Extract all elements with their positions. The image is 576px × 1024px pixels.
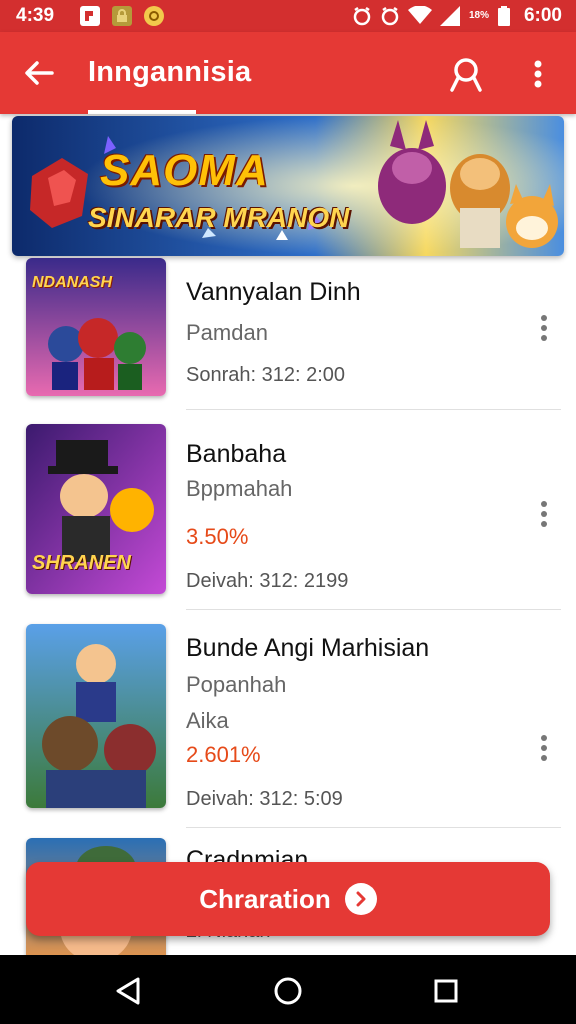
- app-bar: Inngannisia: [0, 32, 576, 114]
- banner-art: [12, 116, 564, 256]
- game-thumbnail: [26, 624, 166, 808]
- notification-icon: [80, 6, 100, 26]
- battery-icon: [497, 6, 510, 26]
- list-item[interactable]: Bunde Angi Marhisian Popanhah Aika 2.601…: [0, 610, 576, 828]
- item-meta: Deivah: 312: 5:09: [186, 788, 343, 810]
- status-notifications: [80, 6, 164, 26]
- game-thumbnail: SHRANEN: [26, 424, 166, 594]
- item-tag: Aika: [186, 708, 229, 733]
- item-subtitle: Bppmahah: [186, 476, 293, 501]
- back-triangle-icon: [116, 977, 140, 1005]
- item-meta: Deivah: 312: 2199: [186, 570, 349, 592]
- back-button[interactable]: [18, 52, 60, 94]
- game-thumbnail: NDANASH: [26, 258, 166, 396]
- banner-subtitle: SINARAR MRANON: [88, 202, 350, 233]
- title-tab-indicator: [88, 110, 196, 114]
- nav-home-button[interactable]: [266, 969, 310, 1013]
- item-more-button[interactable]: [530, 308, 558, 348]
- more-vert-icon: [534, 60, 542, 88]
- thumbnail-title: SHRANEN: [32, 552, 131, 574]
- nav-back-button[interactable]: [106, 969, 150, 1013]
- alarm-icon: [353, 6, 371, 26]
- item-more-button[interactable]: [530, 728, 558, 768]
- item-percent: 3.50%: [186, 524, 249, 549]
- cta-label: Chraration: [199, 883, 331, 914]
- wifi-icon: [407, 6, 432, 24]
- search-button[interactable]: [444, 52, 488, 96]
- thumbnail-title: NDANASH: [32, 274, 112, 291]
- recents-square-icon: [434, 979, 458, 1003]
- item-title: Vannyalan Dinh: [186, 278, 361, 306]
- banner-title: SAOMA: [100, 146, 269, 195]
- alarm-icon: [381, 6, 399, 26]
- status-clock: 6:00: [523, 5, 562, 26]
- list-item[interactable]: SHRANEN Banbaha Bppmahah 3.50% Deivah: 3…: [0, 410, 576, 610]
- search-icon: [450, 58, 482, 92]
- status-time: 4:39: [16, 5, 55, 26]
- app-title: Inngannisia: [88, 56, 252, 88]
- overflow-menu-button[interactable]: [520, 52, 556, 96]
- item-more-button[interactable]: [530, 494, 558, 534]
- nav-recents-button[interactable]: [424, 969, 468, 1013]
- promo-banner[interactable]: SAOMA SINARAR MRANON: [12, 116, 564, 256]
- coin-icon: [144, 6, 164, 26]
- arrow-back-icon: [25, 61, 54, 85]
- status-bar: 4:39 18% 6:00: [0, 0, 576, 32]
- item-meta: Sonrah: 312: 2:00: [186, 364, 346, 386]
- system-nav-bar: [0, 955, 576, 1024]
- item-subtitle: Popanhah: [186, 672, 287, 697]
- battery-percent: 18%: [468, 10, 489, 21]
- chevron-right-icon: [344, 883, 377, 915]
- home-circle-icon: [274, 977, 302, 1005]
- cta-button[interactable]: Chraration: [26, 862, 550, 936]
- signal-icon: [439, 6, 460, 26]
- list-item[interactable]: NDANASH Vannyalan Dinh Pamdan Sonrah: 31…: [0, 256, 576, 410]
- item-title: Banbaha: [186, 440, 287, 468]
- lock-icon: [112, 6, 132, 26]
- status-system-icons: 18% 6:00: [352, 5, 562, 27]
- item-subtitle: Pamdan: [186, 320, 268, 345]
- thumbnail-art: [26, 624, 166, 808]
- item-percent: 2.601%: [186, 742, 261, 767]
- item-title: Bunde Angi Marhisian: [186, 634, 430, 662]
